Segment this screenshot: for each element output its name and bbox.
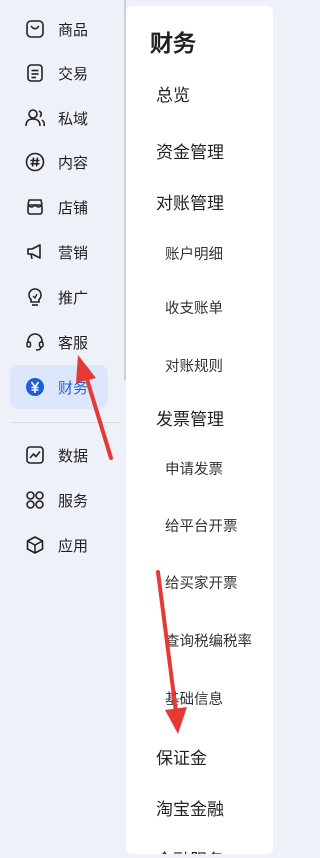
sidebar: 商品 交易 私域 内容 店铺 营销 推广 客服 财务 数据 服务 应用 <box>0 0 124 858</box>
sidebar-item-trade[interactable]: 交易 <box>10 51 108 95</box>
sidebar-item-label: 推广 <box>58 288 89 307</box>
submenu-item-basic-info[interactable]: 基础信息 <box>165 688 223 709</box>
menu-item-taobao-finance[interactable]: 淘宝金融 <box>156 795 224 820</box>
sidebar-item-label: 交易 <box>58 64 89 83</box>
cube-icon <box>24 534 46 556</box>
sidebar-item-label: 应用 <box>58 536 89 555</box>
menu-item-overview[interactable]: 总览 <box>156 81 190 106</box>
sidebar-item-label: 服务 <box>58 491 89 510</box>
menu-item-invoices[interactable]: 发票管理 <box>156 405 224 430</box>
sidebar-item-services[interactable]: 服务 <box>10 478 108 522</box>
sidebar-item-label: 数据 <box>58 446 89 465</box>
sidebar-item-private-domain[interactable]: 私域 <box>10 96 108 140</box>
submenu-item-invoice-buyer[interactable]: 给买家开票 <box>165 572 238 593</box>
menu-item-funds[interactable]: 资金管理 <box>156 138 224 163</box>
finance-menu-panel: 财务 总览 资金管理 对账管理 账户明细 收支账单 对账规则 发票管理 申请发票… <box>126 6 273 854</box>
megaphone-icon <box>24 241 46 263</box>
bulb-icon <box>24 286 46 308</box>
sidebar-item-data[interactable]: 数据 <box>10 433 108 477</box>
grid-icon <box>24 489 46 511</box>
sidebar-item-label: 商品 <box>58 20 89 39</box>
sidebar-item-store[interactable]: 店铺 <box>10 185 108 229</box>
menu-item-reconciliation[interactable]: 对账管理 <box>156 189 224 214</box>
chart-icon <box>24 444 46 466</box>
headset-icon <box>24 331 46 353</box>
hashtag-icon <box>24 151 46 173</box>
panel-title: 财务 <box>150 31 196 57</box>
sidebar-item-marketing[interactable]: 营销 <box>10 230 108 274</box>
sidebar-item-customer-service[interactable]: 客服 <box>10 320 108 364</box>
yen-icon <box>24 376 46 398</box>
submenu-item-tax-codes[interactable]: 查询税编税率 <box>165 630 252 651</box>
submenu-item-apply-invoice[interactable]: 申请发票 <box>165 458 223 479</box>
sidebar-item-promotion[interactable]: 推广 <box>10 275 108 319</box>
menu-item-financial-services[interactable]: 金融服务 <box>156 846 224 854</box>
sidebar-item-label: 营销 <box>58 243 89 262</box>
sidebar-divider <box>10 422 120 423</box>
submenu-item-account-details[interactable]: 账户明细 <box>165 243 223 264</box>
sidebar-item-label: 客服 <box>58 333 89 352</box>
submenu-item-invoice-platform[interactable]: 给平台开票 <box>165 515 238 536</box>
sidebar-item-label: 财务 <box>58 378 89 397</box>
sidebar-item-goods[interactable]: 商品 <box>10 7 108 51</box>
sidebar-item-apps[interactable]: 应用 <box>10 523 108 567</box>
sidebar-item-content[interactable]: 内容 <box>10 140 108 184</box>
menu-item-deposit[interactable]: 保证金 <box>156 744 207 769</box>
sidebar-item-finance[interactable]: 财务 <box>10 365 108 409</box>
submenu-item-reconciliation-rules[interactable]: 对账规则 <box>165 355 223 376</box>
document-icon <box>24 62 46 84</box>
sidebar-item-label: 店铺 <box>58 198 89 217</box>
submenu-item-bills[interactable]: 收支账单 <box>165 297 223 318</box>
sidebar-item-label: 私域 <box>58 109 89 128</box>
users-icon <box>24 107 46 129</box>
bag-icon <box>24 18 46 40</box>
store-icon <box>24 196 46 218</box>
sidebar-item-label: 内容 <box>58 153 89 172</box>
